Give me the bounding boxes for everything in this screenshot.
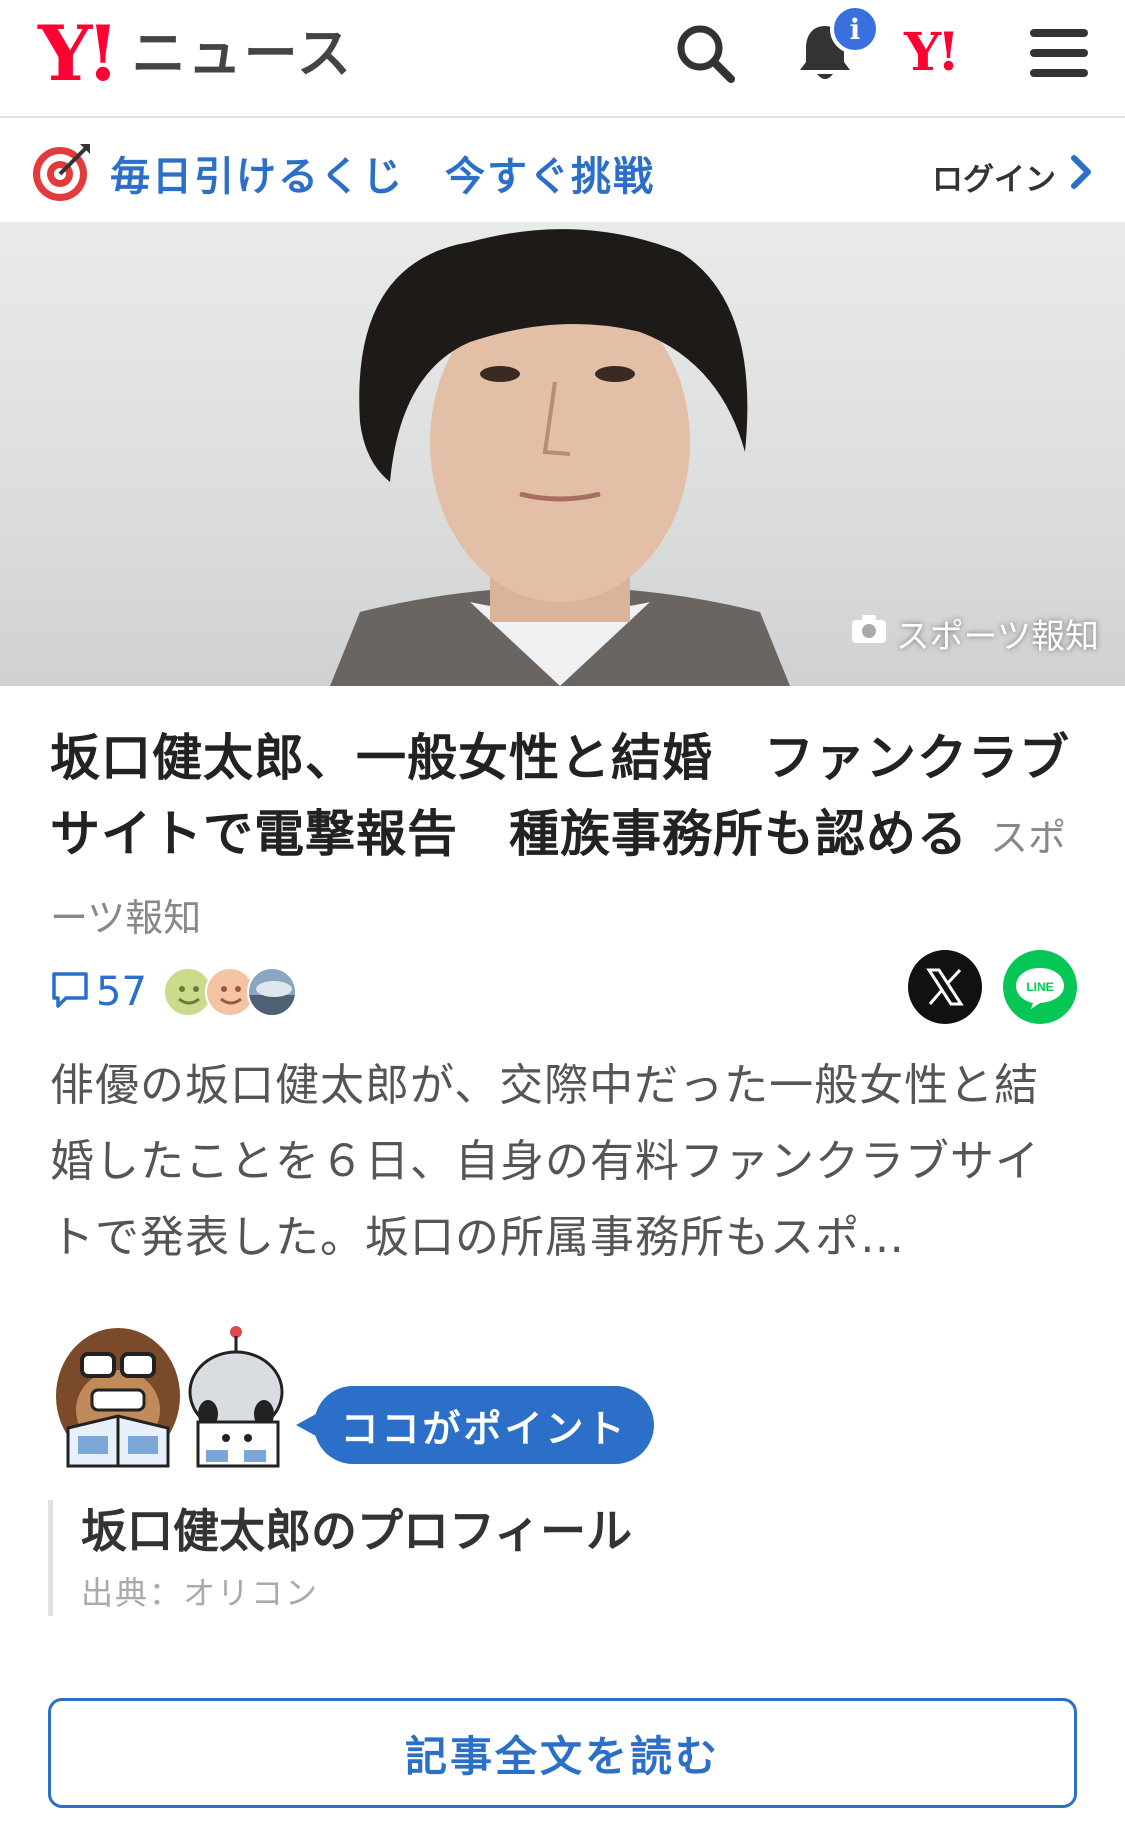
camera-icon [850, 613, 888, 654]
logo-text: ニュース [131, 22, 353, 85]
logo-mark: Y! [38, 9, 120, 98]
commenter-avatars [162, 967, 297, 1017]
point-label: ココがポイント [314, 1386, 654, 1464]
mascot-illustration [48, 1318, 288, 1468]
comment-count: 57 [96, 969, 147, 1015]
search-icon[interactable] [670, 18, 740, 88]
svg-text:LINE: LINE [1026, 980, 1053, 994]
top-header: Y! ニュース i Y! [0, 0, 1125, 118]
target-icon [30, 140, 94, 208]
comment-summary[interactable]: 57 [50, 962, 297, 1022]
lottery-text[interactable]: 毎日引けるくじ [110, 144, 404, 202]
profile-title: 坂口健太郎のプロフィール [81, 1504, 633, 1558]
share-x-button[interactable] [908, 950, 982, 1024]
yahoo-news-logo[interactable]: Y! ニュース [38, 14, 353, 94]
yahoo-home-icon[interactable]: Y! [904, 22, 960, 83]
photo-credit: スポーツ報知 [850, 609, 1099, 658]
lottery-banner[interactable]: 毎日引けるくじ 今すぐ挑戦 ログイン [0, 120, 1125, 222]
chevron-right-icon [1068, 154, 1094, 194]
comment-icon [50, 970, 90, 1014]
menu-icon[interactable] [1024, 18, 1094, 88]
speech-tail [296, 1414, 316, 1436]
headline-text: 坂口健太郎、一般女性と結婚 ファンクラブサイトで電撃報告 種族事務所も認める [50, 729, 1070, 863]
read-full-article-button[interactable]: 記事全文を読む [48, 1698, 1077, 1808]
article-summary[interactable]: 俳優の坂口健太郎が、交際中だった一般女性と結婚したことを６日、自身の有料ファンク… [50, 1048, 1080, 1276]
article-photo[interactable]: スポーツ報知 [0, 222, 1125, 686]
login-link[interactable]: ログイン [932, 154, 1056, 199]
share-line-button[interactable]: LINE [1003, 950, 1077, 1024]
notification-badge: i [830, 4, 880, 54]
profile-source: 出典：オリコン [81, 1574, 320, 1612]
related-profile-link[interactable]: 坂口健太郎のプロフィール 出典：オリコン [48, 1500, 748, 1616]
avatar [246, 967, 297, 1017]
article-headline[interactable]: 坂口健太郎、一般女性と結婚 ファンクラブサイトで電撃報告 種族事務所も認める スポ… [50, 720, 1080, 956]
x-logo-icon [926, 968, 964, 1006]
line-logo-icon: LINE [1016, 968, 1064, 1009]
photo-credit-text: スポーツ報知 [895, 617, 1099, 657]
lottery-cta[interactable]: 今すぐ挑戦 [445, 144, 655, 202]
